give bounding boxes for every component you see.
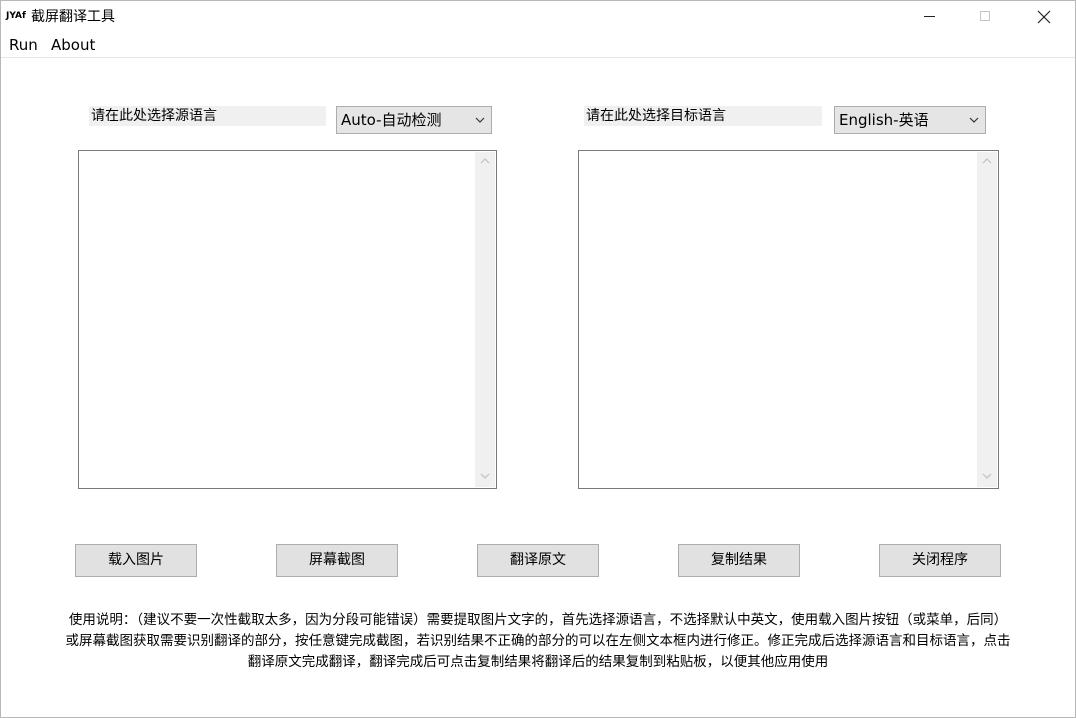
menu-bar: Run About (1, 33, 1075, 58)
menu-run[interactable]: Run (9, 36, 38, 54)
maximize-button[interactable] (963, 1, 1009, 33)
load-image-button[interactable]: 载入图片 (75, 544, 197, 577)
source-scrollbar[interactable] (475, 152, 495, 487)
screenshot-button[interactable]: 屏幕截图 (276, 544, 398, 577)
close-icon (1037, 10, 1051, 24)
minimize-icon (924, 16, 935, 17)
target-text-area[interactable] (578, 150, 999, 489)
target-language-label: 请在此处选择目标语言 (584, 106, 822, 126)
app-logo: JYAf (6, 11, 26, 21)
minimize-button[interactable] (907, 1, 953, 33)
instructions-text: 使用说明：（建议不要一次性截取太多，因为分段可能错误）需要提取图片文字的，首先选… (65, 612, 1011, 670)
target-scrollbar[interactable] (977, 152, 997, 487)
translate-button[interactable]: 翻译原文 (477, 544, 599, 577)
source-text-area[interactable] (78, 150, 497, 489)
copy-result-button[interactable]: 复制结果 (678, 544, 800, 577)
target-language-value: English-英语 (839, 111, 929, 129)
source-language-select[interactable]: Auto-自动检测 (336, 106, 492, 134)
scroll-up-icon[interactable] (982, 158, 992, 164)
chevron-down-icon (475, 117, 485, 123)
close-button[interactable] (1021, 1, 1067, 33)
target-language-select[interactable]: English-英语 (834, 106, 986, 134)
scroll-down-icon[interactable] (982, 473, 992, 479)
source-language-label: 请在此处选择源语言 (89, 106, 326, 126)
chevron-down-icon (969, 117, 979, 123)
scroll-down-icon[interactable] (480, 473, 490, 479)
menu-about[interactable]: About (51, 36, 95, 54)
scroll-up-icon[interactable] (480, 158, 490, 164)
close-app-button[interactable]: 关闭程序 (879, 544, 1001, 577)
title-bar: JYAf 截屏翻译工具 (1, 1, 1075, 33)
maximize-icon (980, 11, 990, 21)
window-title: 截屏翻译工具 (31, 9, 115, 25)
main-window: JYAf 截屏翻译工具 Run About 请在此处选择源语言 Auto-自动检… (0, 0, 1076, 718)
source-language-value: Auto-自动检测 (341, 111, 442, 129)
